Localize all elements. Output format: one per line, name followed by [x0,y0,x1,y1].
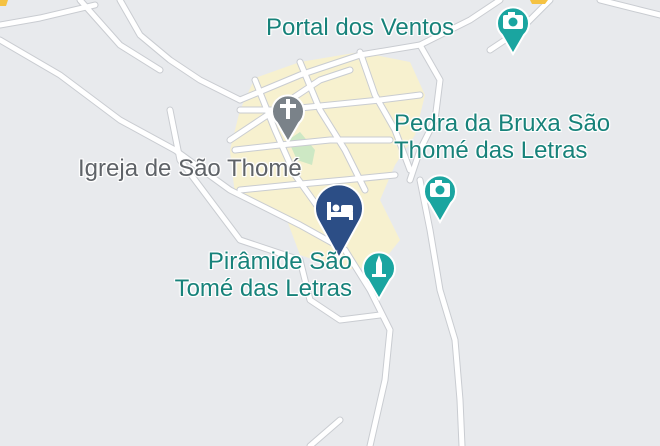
place-label-igreja-de-sao-thome[interactable]: Igreja de São Thomé [78,155,302,182]
place-label-portal-dos-ventos[interactable]: Portal dos Ventos [266,14,454,41]
place-label-piramide[interactable]: Pirâmide São Tomé das Letras [142,248,352,302]
cross-icon[interactable] [269,90,307,144]
monument-icon[interactable] [360,247,398,301]
camera-icon[interactable] [494,2,532,56]
highway-segment [530,0,548,4]
highway-segment-left [0,0,8,6]
map-canvas[interactable]: Portal dos Ventos Pedra da Bruxa São Tho… [0,0,660,446]
place-label-pedra-da-bruxa[interactable]: Pedra da Bruxa São Thomé das Letras [394,110,610,164]
camera-icon[interactable] [421,170,459,224]
